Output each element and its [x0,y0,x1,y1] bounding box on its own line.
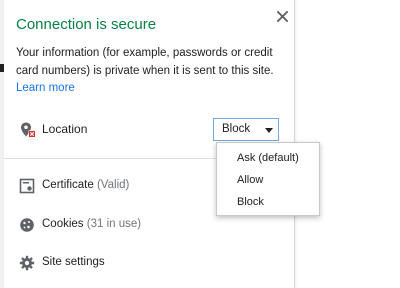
option-allow[interactable]: Allow [217,170,319,192]
certificate-icon [19,178,35,194]
location-blocked-icon [21,122,36,138]
option-block-label: Block [237,196,264,208]
learn-more-link[interactable]: Learn more [16,82,75,94]
option-allow-label: Allow [237,174,264,186]
cookies-row[interactable]: Cookies (31 in use) [16,214,286,238]
option-ask[interactable]: Ask (default) [217,148,319,170]
connection-title: Connection is secure [16,16,157,33]
gear-icon [19,255,35,271]
option-ask-label: Ask (default) [237,152,299,164]
location-select[interactable]: Block [213,118,279,141]
cookies-label: Cookies (31 in use) [42,218,142,230]
location-label: Location [42,122,88,136]
cookie-icon [20,218,34,232]
location-permission-row: Location Block [16,118,286,142]
site-settings-row[interactable]: Site settings [16,252,286,276]
certificate-label: Certificate (Valid) [42,179,130,191]
connection-description: Your information (for example, passwords… [16,47,274,77]
location-dropdown-menu: Ask (default) Allow Block [216,142,320,216]
location-select-value: Block [222,123,251,135]
site-settings-label: Site settings [42,256,105,268]
chevron-down-icon [265,128,273,133]
close-icon [276,10,288,22]
option-block[interactable]: Block [217,192,319,214]
close-button[interactable] [272,6,292,26]
